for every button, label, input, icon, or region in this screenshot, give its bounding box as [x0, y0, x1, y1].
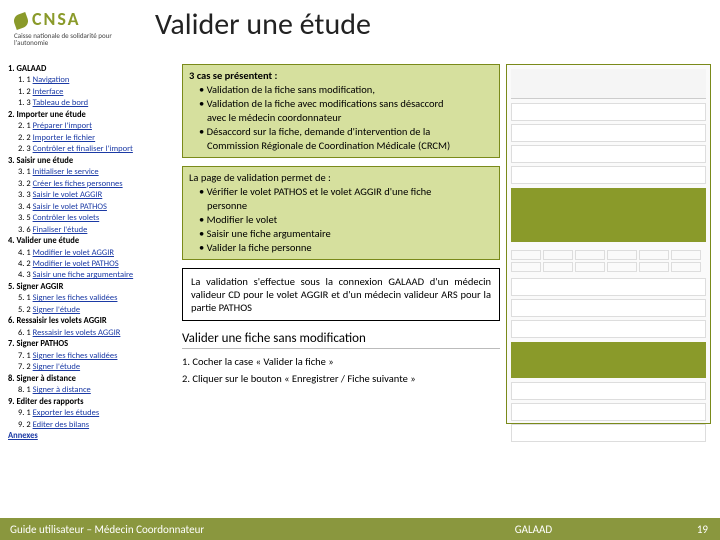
leaf-icon — [12, 12, 30, 30]
screenshot-preview — [506, 64, 711, 424]
toc-item: 3. 4 Saisir le volet PATHOS — [8, 202, 176, 213]
toc-link[interactable]: Signer à distance — [33, 385, 91, 395]
main-content: 3 cas se présentent : • Validation de la… — [182, 64, 500, 389]
toc-link[interactable]: Tableau de bord — [33, 98, 89, 108]
toc-link[interactable]: Signer les fiches validées — [33, 351, 118, 361]
case-2a: • Validation de la fiche avec modificati… — [189, 97, 493, 110]
toc-section: 5. Signer AGGIR — [8, 282, 176, 293]
footer-left: Guide utilisateur – Médecin Coordonnateu… — [0, 523, 370, 536]
toc-link[interactable]: Signer l'étude — [33, 305, 80, 315]
toc-item: 3. 1 Initialiser le service — [8, 167, 176, 178]
feature-3: • Saisir une fiche argumentaire — [189, 227, 493, 240]
toc-item: 4. 3 Saisir une fiche argumentaire — [8, 270, 176, 281]
toc-section: 2. Importer une étude — [8, 110, 176, 121]
toc-link[interactable]: Contrôler et finaliser l'import — [33, 144, 133, 154]
toc-item: 3. 2 Créer les fiches personnes — [8, 179, 176, 190]
toc-link[interactable]: Importer le fichier — [33, 133, 96, 143]
toc-link[interactable]: Contrôler les volets — [33, 213, 100, 223]
feature-1b: personne — [189, 199, 493, 212]
toc-link[interactable]: Exporter les études — [33, 408, 100, 418]
note-box: La validation s'effectue sous la connexi… — [182, 268, 500, 321]
feature-2: • Modifier le volet — [189, 213, 493, 226]
toc-section: 8. Signer à distance — [8, 374, 176, 385]
toc-link[interactable]: Signer l'étude — [33, 362, 80, 372]
toc-item: 3. 5 Contrôler les volets — [8, 213, 176, 224]
toc-section: 1. GALAAD — [8, 64, 176, 75]
toc-link[interactable]: Créer les fiches personnes — [33, 179, 123, 189]
toc-link[interactable]: Modifier le volet PATHOS — [33, 259, 119, 269]
cases-box: 3 cas se présentent : • Validation de la… — [182, 64, 500, 158]
toc-item: 2. 2 Importer le fichier — [8, 133, 176, 144]
toc-link[interactable]: Editer des bilans — [33, 420, 89, 430]
toc-item: 4. 1 Modifier le volet AGGIR — [8, 248, 176, 259]
toc-annexes-link[interactable]: Annexes — [8, 431, 176, 442]
logo-subtitle: Caisse nationale de solidarité pour l'au… — [14, 32, 124, 47]
subheading: Valider une fiche sans modification — [182, 331, 500, 349]
toc-section: 9. Editer des rapports — [8, 397, 176, 408]
case-3a: • Désaccord sur la fiche, demande d'inte… — [189, 125, 493, 138]
toc-link[interactable]: Interface — [33, 87, 64, 97]
toc-section: 7. Signer PATHOS — [8, 339, 176, 350]
toc-item: 5. 1 Signer les fiches validées — [8, 293, 176, 304]
feature-1a: • Vérifier le volet PATHOS et le volet A… — [189, 185, 493, 198]
toc-item: 3. 3 Saisir le volet AGGIR — [8, 190, 176, 201]
toc-item: 8. 1 Signer à distance — [8, 385, 176, 396]
case-2b: avec le médecin coordonnateur — [189, 111, 493, 124]
features-box: La page de validation permet de : • Véri… — [182, 166, 500, 260]
case-1: • Validation de la fiche sans modificati… — [189, 83, 493, 96]
toc-link[interactable]: Ressaisir les volets AGGIR — [33, 328, 121, 338]
toc-item: 9. 2 Editer des bilans — [8, 420, 176, 431]
cases-heading: 3 cas se présentent : — [189, 69, 277, 82]
toc-link[interactable]: Saisir le volet PATHOS — [33, 202, 107, 212]
cnsa-logo: CNSA Caisse nationale de solidarité pour… — [14, 8, 124, 47]
logo-text: CNSA — [32, 8, 81, 30]
footer-page: 19 — [697, 523, 720, 536]
feature-4: • Valider la fiche personne — [189, 241, 493, 254]
table-of-contents: 1. GALAAD1. 1 Navigation1. 2 Interface1.… — [8, 64, 176, 442]
toc-item: 7. 2 Signer l'étude — [8, 362, 176, 373]
features-heading: La page de validation permet de : — [189, 171, 493, 184]
toc-link[interactable]: Modifier le volet AGGIR — [33, 248, 114, 258]
toc-link[interactable]: Saisir le volet AGGIR — [33, 190, 103, 200]
toc-link[interactable]: Navigation — [33, 75, 70, 85]
footer-center: GALAAD — [370, 523, 697, 536]
toc-item: 1. 1 Navigation — [8, 75, 176, 86]
toc-link[interactable]: Saisir une fiche argumentaire — [33, 270, 134, 280]
toc-link[interactable]: Initialiser le service — [33, 167, 99, 177]
toc-item: 6. 1 Ressaisir les volets AGGIR — [8, 328, 176, 339]
toc-item: 3. 6 Finaliser l'étude — [8, 225, 176, 236]
toc-section: 3. Saisir une étude — [8, 156, 176, 167]
toc-item: 4. 2 Modifier le volet PATHOS — [8, 259, 176, 270]
toc-link[interactable]: Finaliser l'étude — [33, 225, 88, 235]
toc-section: 6. Ressaisir les volets AGGIR — [8, 316, 176, 327]
page-title: Valider une étude — [155, 6, 371, 43]
case-3b: Commission Régionale de Coordination Méd… — [189, 139, 493, 152]
toc-link[interactable]: Signer les fiches validées — [33, 293, 118, 303]
toc-item: 9. 1 Exporter les études — [8, 408, 176, 419]
step-1: 1. Cocher la case « Valider la fiche » — [182, 355, 500, 368]
toc-item: 1. 2 Interface — [8, 87, 176, 98]
toc-item: 1. 3 Tableau de bord — [8, 98, 176, 109]
toc-item: 7. 1 Signer les fiches validées — [8, 351, 176, 362]
footer-bar: Guide utilisateur – Médecin Coordonnateu… — [0, 518, 720, 540]
step-2: 2. Cliquer sur le bouton « Enregistrer /… — [182, 372, 500, 385]
toc-link[interactable]: Préparer l'import — [33, 121, 92, 131]
toc-item: 2. 1 Préparer l'import — [8, 121, 176, 132]
toc-section: 4. Valider une étude — [8, 236, 176, 247]
toc-item: 5. 2 Signer l'étude — [8, 305, 176, 316]
toc-item: 2. 3 Contrôler et finaliser l'import — [8, 144, 176, 155]
